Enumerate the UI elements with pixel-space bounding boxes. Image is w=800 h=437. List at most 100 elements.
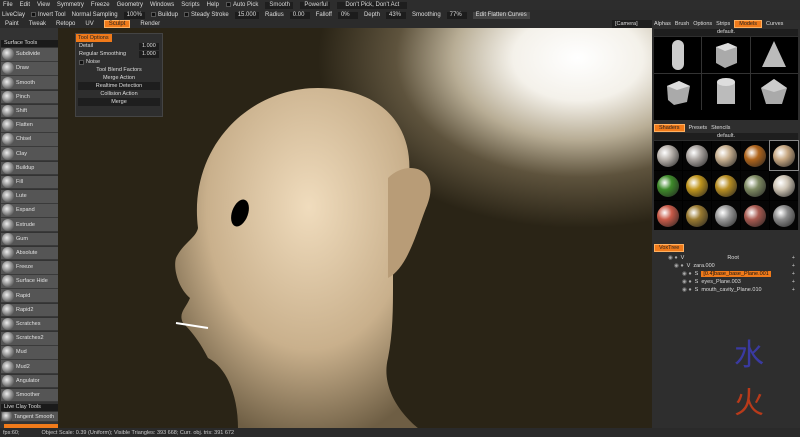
add-layer-icon[interactable]: + <box>792 279 795 285</box>
tool-flatten[interactable]: Flatten <box>1 119 58 133</box>
tab-presets[interactable]: Presets <box>689 125 708 131</box>
tool-smooth[interactable]: Smooth <box>1 76 58 90</box>
falloff-field[interactable]: 0% <box>337 11 358 19</box>
shaders-preset-dropdown[interactable]: default. <box>654 133 798 140</box>
live-clay-tools-header[interactable]: Live Clay Tools <box>1 404 58 411</box>
model-cube-2[interactable] <box>654 74 702 110</box>
tool-scratches2[interactable]: Scratches2 <box>1 332 58 346</box>
noise-checkbox[interactable]: Noise <box>76 58 162 66</box>
tab-curves[interactable]: Curves <box>766 21 783 27</box>
visibility-eye-icon[interactable]: ◉ ● <box>682 279 692 285</box>
menu-freeze[interactable]: Freeze <box>91 2 110 8</box>
tool-lute[interactable]: Lute <box>1 190 58 204</box>
tool-smoother[interactable]: Smoother <box>1 388 58 403</box>
tool-rapid2[interactable]: Rapid2 <box>1 303 58 318</box>
shader-swatch[interactable] <box>683 141 711 170</box>
voxtree-row[interactable]: ◉ ● S mouth_cavity_Plane.010 + <box>652 286 800 294</box>
shader-swatch[interactable] <box>712 171 740 200</box>
smooth-dropdown[interactable]: Smooth <box>265 1 294 9</box>
tab-shaders[interactable]: Shaders <box>654 124 685 132</box>
tool-extrude[interactable]: Extrude <box>1 218 58 232</box>
tool-clay[interactable]: Clay <box>1 147 58 161</box>
shader-swatch[interactable] <box>741 141 769 170</box>
tool-mud2[interactable]: Mud2 <box>1 360 58 374</box>
tab-options[interactable]: Options <box>693 21 712 27</box>
voxtree-row[interactable]: ◉ ● S [0.4]base_base_Plane.001 + <box>652 270 800 278</box>
model-cube[interactable] <box>702 37 750 73</box>
menu-windows[interactable]: Windows <box>150 2 174 8</box>
tab-strips[interactable]: Strips <box>716 21 730 27</box>
edit-curves-button[interactable]: Edit Flatten Curves <box>472 11 530 19</box>
regular-smoothing-field[interactable]: 1.000 <box>139 50 159 58</box>
shader-swatch[interactable] <box>654 201 682 230</box>
tool-buildup[interactable]: Buildup <box>1 161 58 176</box>
collision-action-dropdown[interactable]: Merge <box>78 98 160 106</box>
radius-field[interactable]: 0.00 <box>289 11 310 19</box>
visibility-eye-icon[interactable]: ◉ ● <box>682 287 692 293</box>
model-cylinder[interactable] <box>702 74 750 110</box>
shader-swatch[interactable] <box>712 141 740 170</box>
tab-paint[interactable]: Paint <box>5 21 19 27</box>
model-dodecahedron[interactable] <box>750 74 798 110</box>
tab-brush[interactable]: Brush <box>675 21 689 27</box>
add-layer-icon[interactable]: + <box>792 271 795 277</box>
shader-swatch[interactable] <box>769 140 799 171</box>
steady-field[interactable]: 15.000 <box>234 11 260 19</box>
liveclay-toggle[interactable]: LiveClay <box>2 12 25 18</box>
visibility-eye-icon[interactable]: ◉ ● <box>668 255 678 261</box>
shader-swatch[interactable] <box>712 201 740 230</box>
menu-symmetry[interactable]: Symmetry <box>57 2 84 8</box>
tool-tangent-smooth[interactable]: Tangent Smooth <box>1 412 58 422</box>
shader-swatch[interactable] <box>683 201 711 230</box>
visibility-eye-icon[interactable]: ◉ ● <box>674 263 684 269</box>
tab-alphas[interactable]: Alphas <box>654 21 671 27</box>
tab-retopo[interactable]: Retopo <box>56 21 75 27</box>
tool-scratches[interactable]: Scratches <box>1 317 58 332</box>
tab-stencils[interactable]: Stencils <box>711 125 730 131</box>
shader-swatch[interactable] <box>683 171 711 200</box>
voxtree-row[interactable]: ◉ ● V zara.000 + <box>652 262 800 270</box>
depth-field[interactable]: 43% <box>385 11 406 19</box>
tab-sculpt[interactable]: Sculpt <box>103 20 131 28</box>
camera-dropdown[interactable]: [Camera] <box>612 20 652 28</box>
blend-factors-label[interactable]: Tool Blend Factors <box>76 66 162 74</box>
merge-action-dropdown[interactable]: Realtime Detection <box>78 82 160 90</box>
tab-voxtree[interactable]: VoxTree <box>654 244 685 252</box>
power-dropdown[interactable]: Powerful <box>300 1 331 9</box>
tab-uv[interactable]: UV <box>85 21 93 27</box>
shader-swatch[interactable] <box>741 201 769 230</box>
tool-angulator[interactable]: Angulator <box>1 374 58 389</box>
tool-rapid[interactable]: Rapid <box>1 289 58 303</box>
shader-swatch[interactable] <box>770 201 798 230</box>
tool-gum[interactable]: Gum <box>1 232 58 247</box>
tool-absolute[interactable]: Absolute <box>1 246 58 261</box>
tool-expand[interactable]: Expand <box>1 204 58 218</box>
models-preset-dropdown[interactable]: default. <box>654 29 798 36</box>
detail-field[interactable]: 1.000 <box>139 42 159 50</box>
menu-help[interactable]: Help <box>207 2 219 8</box>
tab-models[interactable]: Models <box>734 20 762 28</box>
tool-chisel[interactable]: Chisel <box>1 133 58 147</box>
shader-swatch[interactable] <box>654 141 682 170</box>
shader-swatch[interactable] <box>654 171 682 200</box>
menu-view[interactable]: View <box>37 2 50 8</box>
add-layer-icon[interactable]: + <box>792 255 795 261</box>
invert-tool-toggle[interactable]: Invert Tool <box>31 11 66 18</box>
smoothing-field[interactable]: 77% <box>446 11 467 19</box>
menu-edit[interactable]: Edit <box>20 2 30 8</box>
voxtree-row[interactable]: ◉ ● V Root + <box>652 254 800 262</box>
tool-pinch[interactable]: Pinch <box>1 90 58 105</box>
tool-shift[interactable]: Shift <box>1 104 58 119</box>
model-capsule[interactable] <box>654 37 702 73</box>
surface-tools-header[interactable]: Surface Tools <box>1 40 58 47</box>
auto-pick-toggle[interactable]: Auto Pick <box>225 1 258 8</box>
sampling-field[interactable]: 100% <box>123 11 145 19</box>
buildup-toggle[interactable]: Buildup <box>150 11 178 18</box>
model-cone[interactable] <box>750 37 798 73</box>
tool-draw[interactable]: Draw <box>1 62 58 76</box>
tool-fill[interactable]: Fill <box>1 175 58 190</box>
voxtree-row[interactable]: ◉ ● S eyes_Plane.003 + <box>652 278 800 286</box>
menu-file[interactable]: File <box>3 2 13 8</box>
steady-toggle[interactable]: Steady Stroke <box>184 11 229 18</box>
add-layer-icon[interactable]: + <box>792 263 795 269</box>
